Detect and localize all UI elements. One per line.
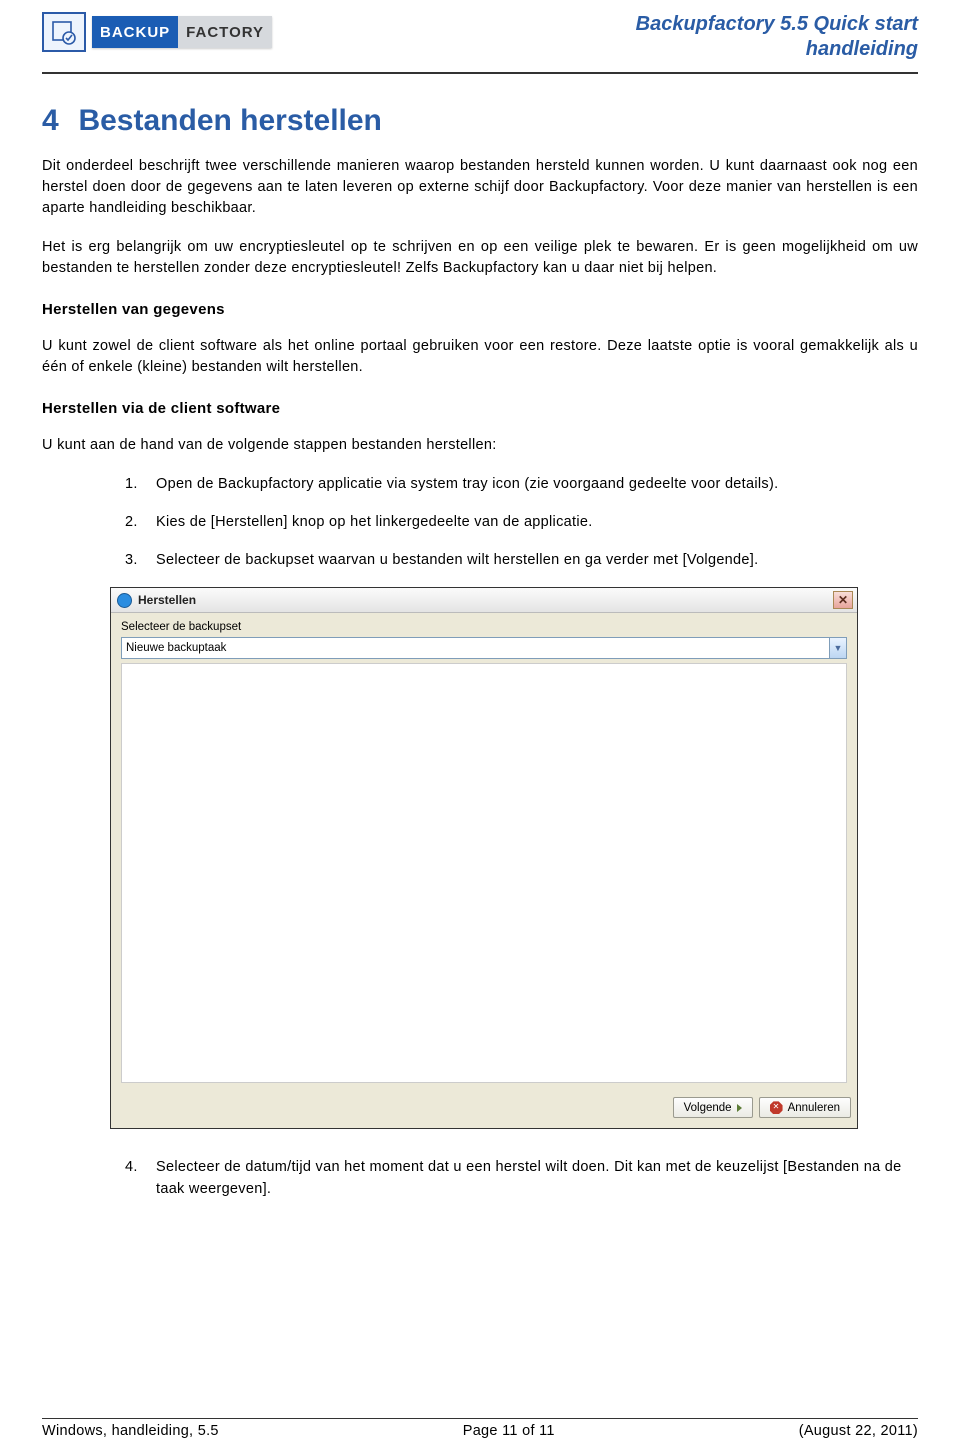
paragraph: U kunt zowel de client software als het … [42,336,918,378]
dialog-titlebar: Herstellen ✕ [111,588,857,613]
subheading: Herstellen via de client software [42,400,918,417]
list-item: Selecteer de datum/tijd van het moment d… [142,1157,918,1201]
cancel-button[interactable]: Annuleren [759,1097,851,1118]
logo-text-right: FACTORY [178,16,272,48]
steps-list: Selecteer de datum/tijd van het moment d… [142,1157,918,1201]
arrow-right-icon [737,1104,742,1112]
field-label: Selecteer de backupset [121,621,847,633]
footer-left: Windows, handleiding, 5.5 [42,1423,219,1439]
app-icon [117,593,132,608]
page-header: BACKUP FACTORY Backupfactory 5.5 Quick s… [42,12,918,74]
subheading: Herstellen van gegevens [42,301,918,318]
section-number: 4 [42,104,74,138]
stop-icon [770,1101,783,1114]
list-item: Selecteer de backupset waarvan u bestand… [142,550,918,572]
logo: BACKUP FACTORY [42,12,272,52]
section-title: Bestanden herstellen [78,104,381,137]
steps-list: Open de Backupfactory applicatie via sys… [142,474,918,571]
dialog-content-area [121,663,847,1083]
list-item: Open de Backupfactory applicatie via sys… [142,474,918,496]
footer-right: (August 22, 2011) [799,1423,918,1439]
logo-mark-icon [42,12,86,52]
close-button[interactable]: ✕ [833,591,853,609]
dialog-title: Herstellen [138,593,196,607]
page-footer: Windows, handleiding, 5.5 Page 11 of 11 … [42,1418,918,1439]
next-button[interactable]: Volgende [673,1097,753,1118]
paragraph: Dit onderdeel beschrijft twee verschille… [42,156,918,219]
paragraph: U kunt aan de hand van de volgende stapp… [42,435,918,456]
logo-text-left: BACKUP [92,16,178,48]
select-value: Nieuwe backuptaak [126,642,226,654]
paragraph: Het is erg belangrijk om uw encryptiesle… [42,237,918,279]
list-item: Kies de [Herstellen] knop op het linkerg… [142,512,918,534]
backupset-select[interactable]: Nieuwe backuptaak ▼ [121,637,847,659]
footer-center: Page 11 of 11 [463,1423,555,1439]
section-heading: 4 Bestanden herstellen [42,104,918,138]
restore-dialog: Herstellen ✕ Selecteer de backupset Nieu… [110,587,858,1129]
chevron-down-icon[interactable]: ▼ [829,638,846,658]
document-title: Backupfactory 5.5 Quick start handleidin… [636,12,918,62]
